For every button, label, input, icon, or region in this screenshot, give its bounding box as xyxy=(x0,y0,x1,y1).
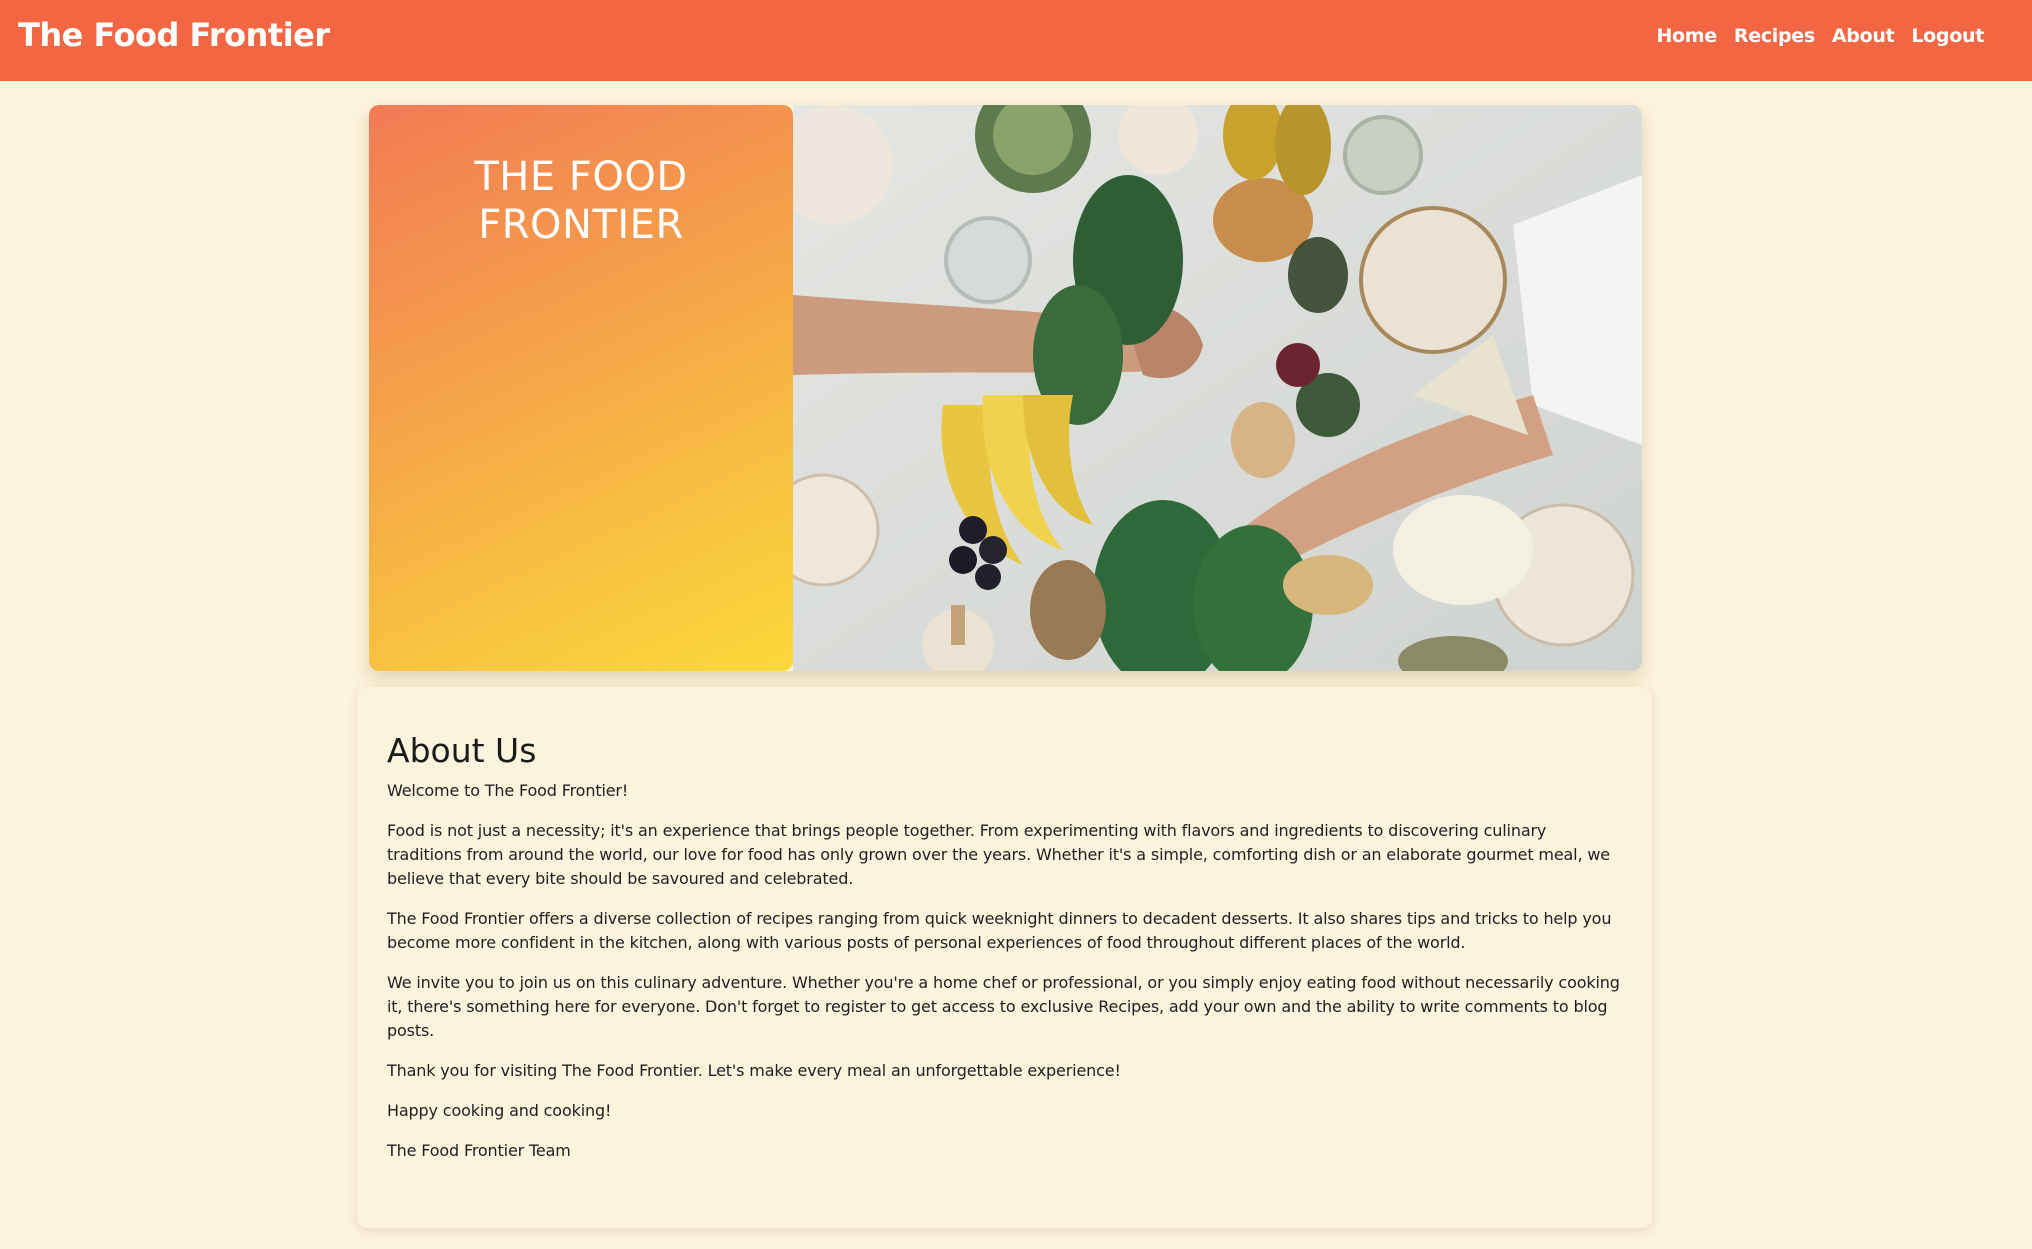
about-paragraph-happy-cooking: Happy cooking and cooking! xyxy=(387,1101,612,1120)
nav-link-about[interactable]: About xyxy=(1832,22,1895,50)
about-card: About Us Welcome to The Food Frontier! F… xyxy=(357,687,1652,1228)
brand-logo-link[interactable]: The Food Frontier xyxy=(18,14,330,56)
hero-gradient-panel: THE FOOD FRONTIER xyxy=(369,105,793,671)
about-heading: About Us xyxy=(387,731,537,770)
nav-link-logout[interactable]: Logout xyxy=(1911,22,1984,50)
about-paragraph-intro: Food is not just a necessity; it's an ex… xyxy=(387,821,1610,888)
about-paragraph-signature: The Food Frontier Team xyxy=(387,1141,571,1160)
main-nav: Home Recipes About Logout xyxy=(1656,22,1984,50)
about-paragraph-invite: We invite you to join us on this culinar… xyxy=(387,973,1620,1040)
top-navbar: The Food Frontier Home Recipes About Log… xyxy=(0,0,2032,81)
about-paragraph-thanks: Thank you for visiting The Food Frontier… xyxy=(387,1061,1121,1080)
food-table-illustration xyxy=(793,105,1642,671)
about-paragraph-welcome: Welcome to The Food Frontier! xyxy=(387,781,629,800)
hero-food-image xyxy=(793,105,1642,671)
hero-banner: THE FOOD FRONTIER xyxy=(369,105,1642,671)
nav-link-recipes[interactable]: Recipes xyxy=(1734,22,1815,50)
nav-link-home[interactable]: Home xyxy=(1656,22,1717,50)
about-paragraph-offerings: The Food Frontier offers a diverse colle… xyxy=(387,909,1612,952)
hero-title: THE FOOD FRONTIER xyxy=(474,154,688,248)
